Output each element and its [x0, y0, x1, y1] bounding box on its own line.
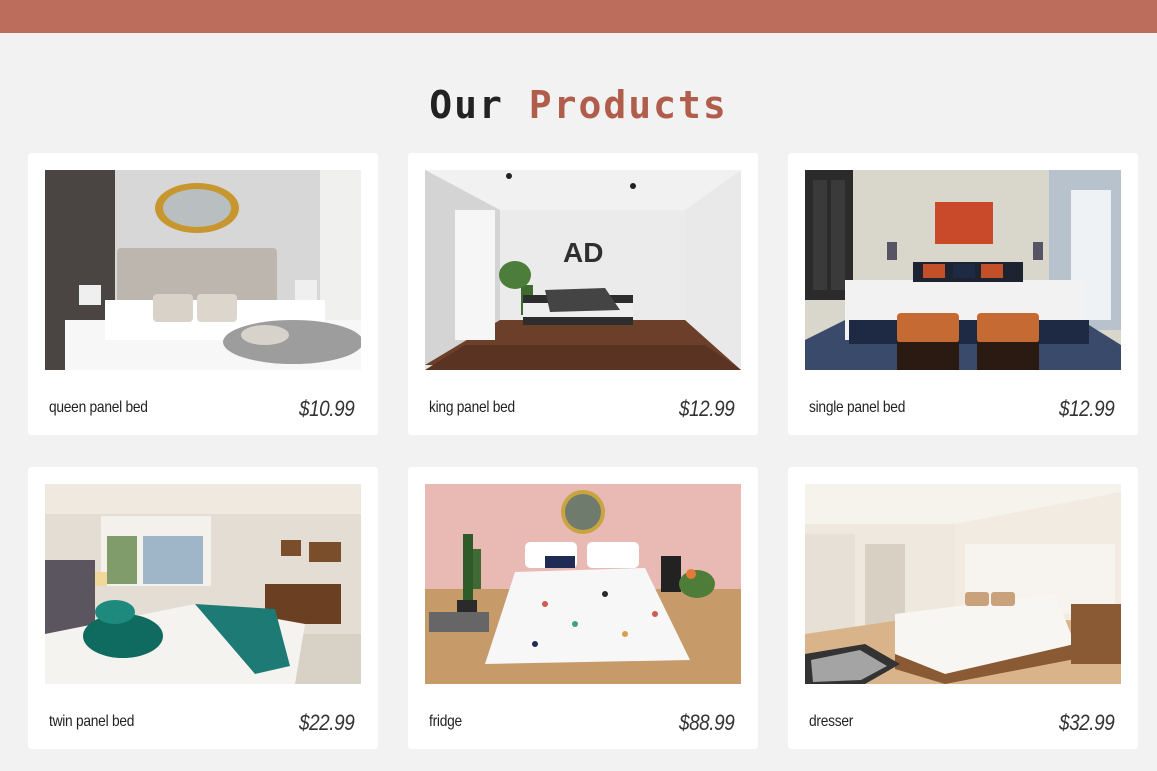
product-name[interactable]: fridge	[429, 713, 462, 731]
product-image[interactable]	[805, 484, 1121, 684]
product-name[interactable]: queen panel bed	[49, 399, 148, 417]
product-card[interactable]: AD king panel bed $12.99	[408, 153, 758, 435]
product-name[interactable]: dresser	[809, 713, 853, 731]
section-title-part2: Products	[528, 83, 728, 127]
product-name[interactable]: twin panel bed	[49, 713, 134, 731]
product-card[interactable]: dresser $32.99	[788, 467, 1138, 749]
product-price: $88.99	[678, 710, 735, 735]
product-image[interactable]	[805, 170, 1121, 370]
product-image[interactable]	[45, 484, 361, 684]
product-card[interactable]: fridge $88.99	[408, 467, 758, 749]
top-bar	[0, 0, 1157, 33]
product-card[interactable]: queen panel bed $10.99	[28, 153, 378, 435]
product-name[interactable]: single panel bed	[809, 399, 905, 417]
product-price: $12.99	[1058, 396, 1115, 421]
product-price: $12.99	[678, 396, 735, 421]
product-price: $10.99	[298, 396, 355, 421]
product-price: $32.99	[1058, 710, 1115, 735]
section-title-part1: Our	[429, 83, 504, 127]
product-card[interactable]: single panel bed $12.99	[788, 153, 1138, 435]
product-price: $22.99	[298, 710, 355, 735]
product-image[interactable]	[45, 170, 361, 370]
product-card[interactable]: twin panel bed $22.99	[28, 467, 378, 749]
section-title: Our Products	[0, 82, 1157, 128]
product-image[interactable]: AD	[425, 170, 741, 370]
svg-text:AD: AD	[563, 237, 603, 268]
product-name[interactable]: king panel bed	[429, 399, 515, 417]
product-image[interactable]	[425, 484, 741, 684]
